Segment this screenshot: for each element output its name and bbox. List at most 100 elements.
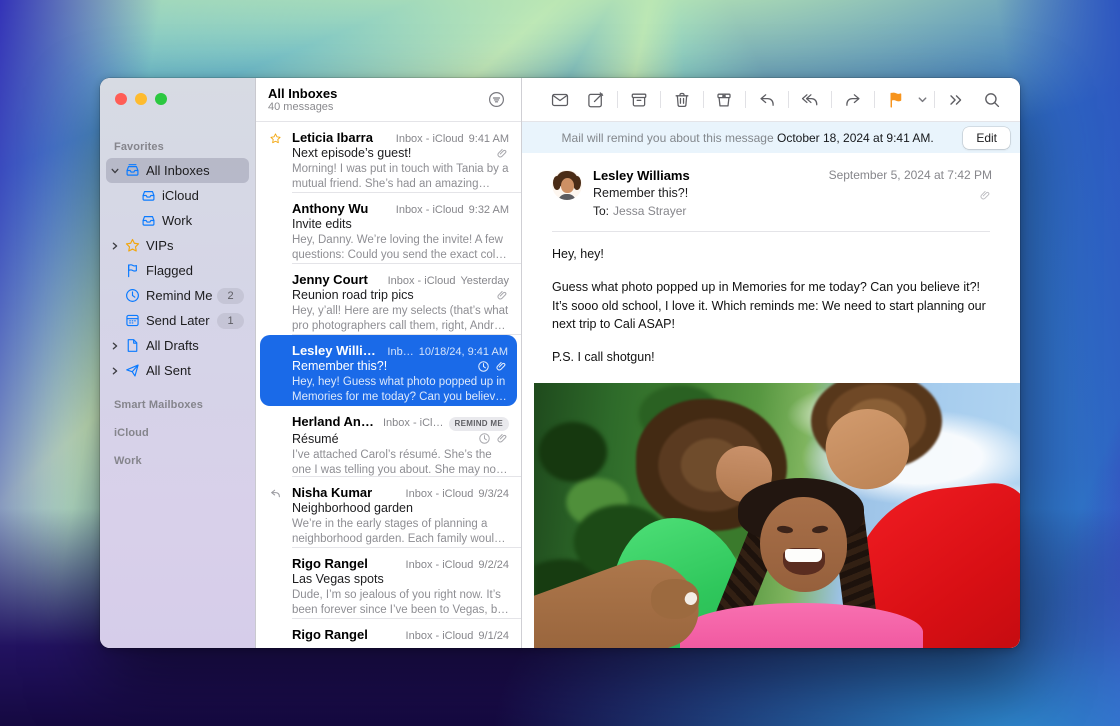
list-item-nisha-kumar-5[interactable]: Nisha Kumar Inbox - iCloud 9/3/24 Neighb… (256, 477, 521, 548)
message-sender: Anthony Wu (292, 201, 391, 216)
chevron-icon[interactable] (111, 166, 124, 176)
sidebar-item-work[interactable]: Work (122, 208, 249, 233)
compose-icon (586, 90, 606, 110)
star-icon (124, 237, 141, 254)
toolbar-separator (745, 91, 746, 108)
toolbar-separator (788, 91, 789, 108)
sidebar-item-remind-me[interactable]: Remind Me 2 (106, 283, 249, 308)
message-date: Yesterday (460, 275, 509, 287)
message-preview: Dude, I’m so jealous of you right now. I… (292, 588, 509, 618)
message-mailbox: Inbox - iCloud (388, 275, 456, 287)
list-item-herland-antezana-4[interactable]: Herland Antezana Inbox - iCl… REMIND ME … (256, 406, 521, 477)
message-sender: Lesley Williams (292, 343, 382, 358)
more-icon (946, 90, 966, 110)
chevron-icon[interactable] (111, 266, 124, 276)
reading-pane: Mail will remind you about this message … (522, 78, 1020, 648)
message-mailbox: Inbox - iCloud (396, 133, 464, 145)
star-icon (269, 132, 285, 146)
message-mailbox: Inbox - iCloud (406, 559, 474, 571)
message-date: 9/2/24 (478, 559, 509, 571)
message-recipient[interactable]: Jessa Strayer (613, 204, 686, 218)
photo-center-woman-face (760, 497, 847, 592)
sidebar-item-all-drafts[interactable]: All Drafts (106, 333, 249, 358)
toolbar-separator (617, 91, 618, 108)
junk-button[interactable] (707, 86, 743, 114)
reply-button[interactable] (749, 86, 785, 114)
message-list: Leticia Ibarra Inbox - iCloud 9:41 AM Ne… (256, 122, 521, 648)
all-inboxes-icon (124, 162, 141, 179)
sidebar-item-send-later[interactable]: Send Later 1 (106, 308, 249, 333)
window-controls (100, 78, 255, 105)
sidebar-item-vips[interactable]: VIPs (106, 233, 249, 258)
remind-me-badge: REMIND ME (449, 417, 509, 431)
message-subject: Remember this?! (593, 186, 829, 200)
sidebar-section-smart-mailboxes: Smart Mailboxes (114, 399, 255, 411)
body-paragraph: P.S. I call shotgun! (552, 348, 990, 367)
more-toolbar-items-button[interactable] (938, 86, 974, 114)
filter-icon (487, 90, 506, 109)
reply-all-button[interactable] (792, 86, 828, 114)
message-date: 10/18/24, 9:41 AM (419, 346, 508, 358)
sidebar-item-all-inboxes[interactable]: All Inboxes (106, 158, 249, 183)
clock-icon (478, 432, 491, 445)
mail-window: Favorites All Inboxes iCloud Work VIPs F… (100, 78, 1020, 648)
message-preview: Morning! I was put in touch with Tania b… (292, 162, 509, 192)
message-subject: Remember this?! (292, 359, 471, 373)
list-item-jenny-court-2[interactable]: Jenny Court Inbox - iCloud Yesterday Reu… (256, 264, 521, 335)
message-mailbox: Inb… (387, 346, 413, 358)
photo-center-woman-teeth (785, 549, 822, 561)
message-mailbox: Inbox - iCloud (406, 630, 474, 642)
message-preview: Hey, Danny. We’re loving the invite! A f… (292, 233, 509, 263)
edit-reminder-button[interactable]: Edit (963, 127, 1010, 149)
list-item-leticia-ibarra-0[interactable]: Leticia Ibarra Inbox - iCloud 9:41 AM Ne… (256, 122, 521, 193)
sidebar-item-all-sent[interactable]: All Sent (106, 358, 249, 383)
compose-button[interactable] (578, 86, 614, 114)
search-button[interactable] (974, 86, 1010, 114)
chevron-icon[interactable] (127, 191, 140, 201)
flag-button[interactable] (878, 86, 914, 114)
remind-banner-text: Mail will remind you about this message (562, 131, 774, 145)
chevron-icon[interactable] (111, 316, 124, 326)
close-button[interactable] (115, 93, 127, 105)
trash-button[interactable] (664, 86, 700, 114)
forward-button[interactable] (835, 86, 871, 114)
message-subject: Neighborhood garden (292, 501, 503, 515)
clock-icon (477, 360, 490, 373)
sidebar-item-icloud[interactable]: iCloud (122, 183, 249, 208)
chevron-icon[interactable] (127, 216, 140, 226)
flag-menu-chevron[interactable] (914, 86, 931, 114)
filter-button[interactable] (483, 87, 509, 113)
flag-icon (886, 90, 906, 110)
draft-icon (124, 337, 141, 354)
paperclip-icon (979, 189, 992, 202)
list-item-anthony-wu-1[interactable]: Anthony Wu Inbox - iCloud 9:32 AM Invite… (256, 193, 521, 264)
list-item-lesley-williams-3[interactable]: Lesley Williams Inb… 10/18/24, 9:41 AM R… (260, 335, 517, 406)
sidebar-section-work: Work (114, 455, 255, 467)
message-sender: Nisha Kumar (292, 485, 401, 500)
chevron-icon[interactable] (111, 241, 124, 251)
paperclip-icon (495, 360, 508, 373)
flag-outline-icon (124, 262, 141, 279)
archive-button[interactable] (621, 86, 657, 114)
paperclip-icon (496, 147, 509, 160)
chevron-icon[interactable] (111, 366, 124, 376)
message-subject: Reunion road trip pics (292, 288, 490, 302)
photo-center-woman-eye (812, 525, 829, 534)
photo-attachment[interactable] (534, 383, 1020, 648)
get-mail-button[interactable] (542, 86, 578, 114)
chevron-icon[interactable] (111, 341, 124, 351)
calendar-icon (124, 312, 141, 329)
sidebar-section-icloud: iCloud (114, 427, 255, 439)
avatar-face (561, 178, 574, 193)
list-item-rigo-rangel-7[interactable]: Rigo Rangel Inbox - iCloud 9/1/24 (256, 619, 521, 648)
sidebar-item-flagged[interactable]: Flagged (106, 258, 249, 283)
message-subject: Résumé (292, 432, 472, 446)
chevron-icon[interactable] (111, 291, 124, 301)
toolbar-separator (703, 91, 704, 108)
message-preview: Hey, y’all! Here are my selects (that’s … (292, 304, 509, 334)
message-subject: Next episode’s guest! (292, 146, 490, 160)
list-item-rigo-rangel-6[interactable]: Rigo Rangel Inbox - iCloud 9/2/24 Las Ve… (256, 548, 521, 619)
toolbar-separator (831, 91, 832, 108)
minimize-button[interactable] (135, 93, 147, 105)
zoom-button[interactable] (155, 93, 167, 105)
